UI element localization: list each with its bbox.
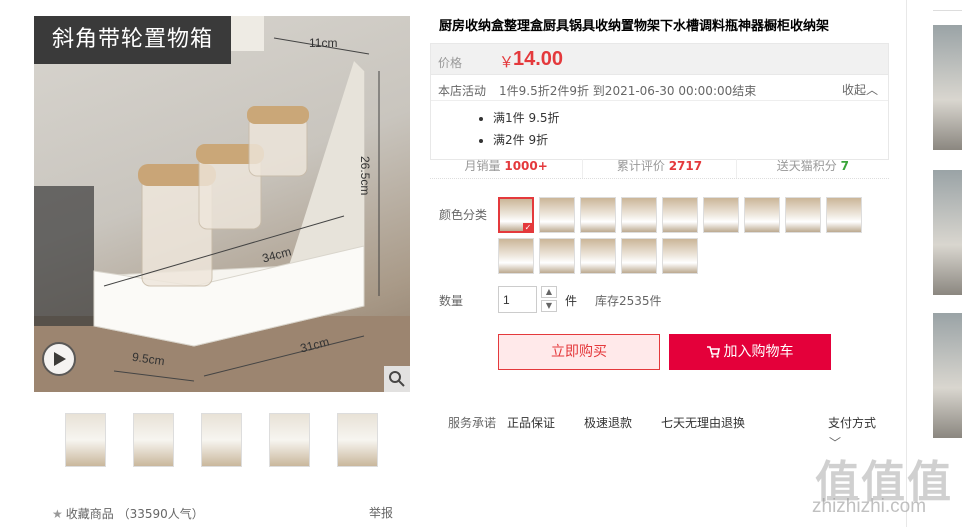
payment-methods-link[interactable]: 支付方式 [828, 414, 876, 431]
color-swatch[interactable] [785, 197, 821, 233]
favorite-link[interactable]: ★ 收藏商品 （33590人气） [52, 505, 204, 522]
color-swatch[interactable] [498, 197, 534, 233]
service-label: 服务承诺 [448, 416, 497, 430]
sidebar-rule [933, 10, 962, 11]
color-swatches [498, 197, 878, 274]
price-label: 价格 [438, 56, 463, 70]
color-swatch[interactable] [744, 197, 780, 233]
chevron-down-icon: ▼ [545, 301, 553, 310]
stat-value: 2717 [668, 159, 703, 173]
color-swatch[interactable] [580, 197, 616, 233]
recommended-thumbnail[interactable] [933, 25, 962, 150]
stat-label: 送天猫积分 [776, 159, 837, 173]
sales-stats: 月销量 1000+ 累计评价 2717 送天猫积分 7 [430, 159, 889, 179]
stat-label: 累计评价 [616, 159, 665, 173]
quantity-label: 数量 [439, 294, 464, 308]
color-swatch[interactable] [498, 238, 534, 274]
stat-monthly-sales: 月销量 1000+ [430, 159, 584, 178]
color-swatch[interactable] [826, 197, 862, 233]
add-to-cart-button[interactable]: 加入购物车 [669, 334, 831, 370]
buy-now-button[interactable]: 立即购买 [498, 334, 660, 370]
color-swatch[interactable] [662, 238, 698, 274]
recommended-thumbnail[interactable] [933, 170, 962, 295]
play-video-button[interactable] [42, 342, 76, 376]
product-illustration [34, 16, 410, 392]
favorite-count: （33590人气） [117, 507, 204, 521]
main-product-image[interactable]: 斜角带轮置物箱 11cm 26.5cm 34cm 31cm 9.5cm [34, 16, 410, 392]
promo-item: 满1件 9.5折 [493, 111, 560, 125]
service-item[interactable]: 七天无理由退换 [661, 414, 745, 431]
magnifier-icon [389, 371, 405, 387]
promo-text: 1件9.5折2件9折 到2021-06-30 00:00:00结束 [499, 84, 757, 98]
color-label: 颜色分类 [439, 208, 488, 222]
zoom-button[interactable] [384, 366, 410, 392]
price-box: 价格 ￥ 14.00 [430, 43, 889, 75]
stat-reviews[interactable]: 累计评价 2717 [583, 159, 737, 178]
stat-label: 月销量 [464, 159, 501, 173]
quantity-increase-button[interactable]: ▲ [541, 286, 557, 298]
color-swatch[interactable] [580, 238, 616, 274]
stat-value: 1000+ [504, 159, 548, 173]
promo-label: 本店活动 [438, 84, 487, 98]
promo-collapse-toggle[interactable]: 收起︿ [842, 81, 878, 98]
thumbnail[interactable] [337, 413, 378, 467]
collapse-label: 收起 [841, 83, 866, 97]
color-swatch[interactable] [703, 197, 739, 233]
favorite-label: 收藏商品 [65, 507, 114, 521]
chevron-up-icon: ︿ [865, 83, 878, 97]
service-item[interactable]: 正品保证 [507, 414, 555, 431]
promo-item: 满2件 9折 [493, 133, 560, 147]
currency-symbol: ￥ [499, 53, 515, 71]
service-item[interactable]: 极速退款 [584, 414, 632, 431]
thumbnail[interactable] [269, 413, 310, 467]
thumbnail[interactable] [65, 413, 106, 467]
stat-points: 送天猫积分 7 [737, 159, 889, 178]
quantity-input[interactable] [498, 286, 537, 313]
color-swatch[interactable] [539, 238, 575, 274]
quantity-unit: 件 [565, 294, 578, 308]
color-swatch[interactable] [621, 197, 657, 233]
add-to-cart-label: 加入购物车 [723, 344, 794, 360]
stat-value: 7 [840, 159, 849, 173]
play-icon [54, 352, 66, 366]
chevron-up-icon: ▲ [545, 287, 553, 296]
price-value: 14.00 [513, 48, 564, 70]
dimension-label: 11cm [309, 36, 338, 50]
quantity-decrease-button[interactable]: ▼ [541, 300, 557, 312]
product-badge: 斜角带轮置物箱 [34, 16, 232, 64]
thumbnail[interactable] [133, 413, 174, 467]
color-swatch[interactable] [662, 197, 698, 233]
color-swatch[interactable] [621, 238, 657, 274]
cart-icon [706, 346, 720, 358]
product-title: 厨房收纳盒整理盒厨具锅具收纳置物架下水槽调料瓶神器橱柜收纳架 [439, 19, 830, 34]
thumbnail[interactable] [201, 413, 242, 467]
stock-count: 库存2535件 [595, 294, 662, 308]
report-link[interactable]: 举报 [369, 504, 393, 521]
dimension-label: 26.5cm [358, 156, 372, 196]
color-swatch[interactable] [539, 197, 575, 233]
star-icon: ★ [52, 507, 63, 521]
promotion-box: 本店活动 1件9.5折2件9折 到2021-06-30 00:00:00结束 收… [430, 75, 889, 160]
thumbnail-strip [65, 413, 378, 467]
site-watermark-url: zhizhizhi.com [812, 496, 927, 517]
recommended-thumbnail[interactable] [933, 313, 962, 438]
